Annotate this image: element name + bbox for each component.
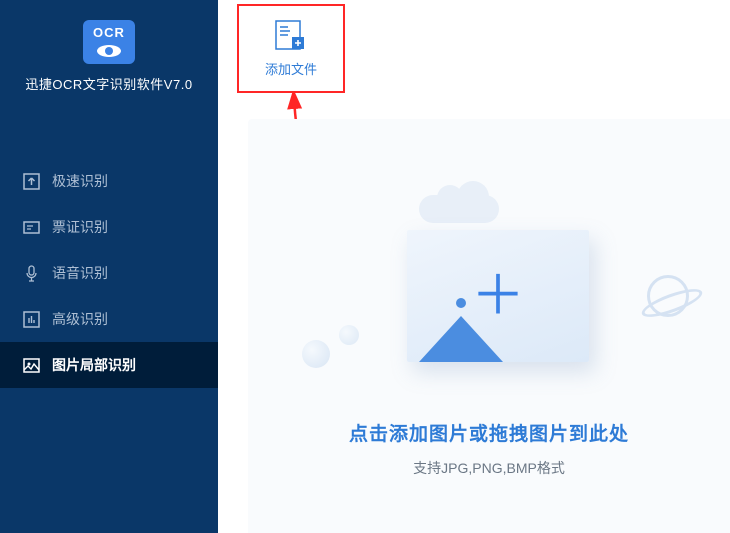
plus-icon: ＋ (471, 269, 525, 323)
nav-label: 图片局部识别 (52, 355, 136, 375)
microphone-icon (22, 264, 40, 282)
sphere-icon (302, 340, 330, 368)
planet-icon (647, 275, 689, 317)
add-file-icon (274, 19, 308, 51)
sidebar-item-partial-image-recognition[interactable]: 图片局部识别 (0, 342, 218, 388)
image-icon (22, 356, 40, 374)
sidebar-item-advanced-recognition[interactable]: 高级识别 (0, 296, 218, 342)
logo-text: OCR (93, 25, 125, 40)
cloud-icon (419, 195, 499, 223)
sidebar: OCR 迅捷OCR文字识别软件V7.0 极速识别 票证识别 语音识别 高级识别 (0, 0, 218, 533)
nav-label: 票证识别 (52, 217, 108, 237)
ticket-icon (22, 218, 40, 236)
sidebar-item-fast-recognition[interactable]: 极速识别 (0, 158, 218, 204)
sidebar-item-voice-recognition[interactable]: 语音识别 (0, 250, 218, 296)
app-title: 迅捷OCR文字识别软件V7.0 (0, 74, 218, 93)
advanced-icon (22, 310, 40, 328)
drop-zone[interactable]: ＋ 点击添加图片或拖拽图片到此处 支持JPG,PNG,BMP格式 (248, 119, 730, 533)
dropzone-title: 点击添加图片或拖拽图片到此处 (349, 419, 629, 446)
app-logo: OCR (83, 20, 135, 64)
main-area: 添加文件 ＋ 点击添加图片或拖拽图片到此处 支持JPG,PNG,BMP格式 (218, 0, 730, 533)
add-file-button[interactable]: 添加文件 (237, 4, 345, 93)
nav-label: 极速识别 (52, 171, 108, 191)
logo-section: OCR 迅捷OCR文字识别软件V7.0 (0, 0, 218, 158)
eye-icon (93, 44, 125, 58)
placeholder-card: ＋ (407, 230, 589, 362)
nav-label: 高级识别 (52, 309, 108, 329)
dropzone-subtitle: 支持JPG,PNG,BMP格式 (413, 458, 565, 478)
dropzone-illustration: ＋ (299, 175, 679, 395)
sphere-icon (339, 325, 359, 345)
sidebar-item-ticket-recognition[interactable]: 票证识别 (0, 204, 218, 250)
mountain-icon (419, 316, 503, 362)
upload-icon (22, 172, 40, 190)
nav-label: 语音识别 (52, 263, 108, 283)
add-file-label: 添加文件 (265, 59, 317, 78)
